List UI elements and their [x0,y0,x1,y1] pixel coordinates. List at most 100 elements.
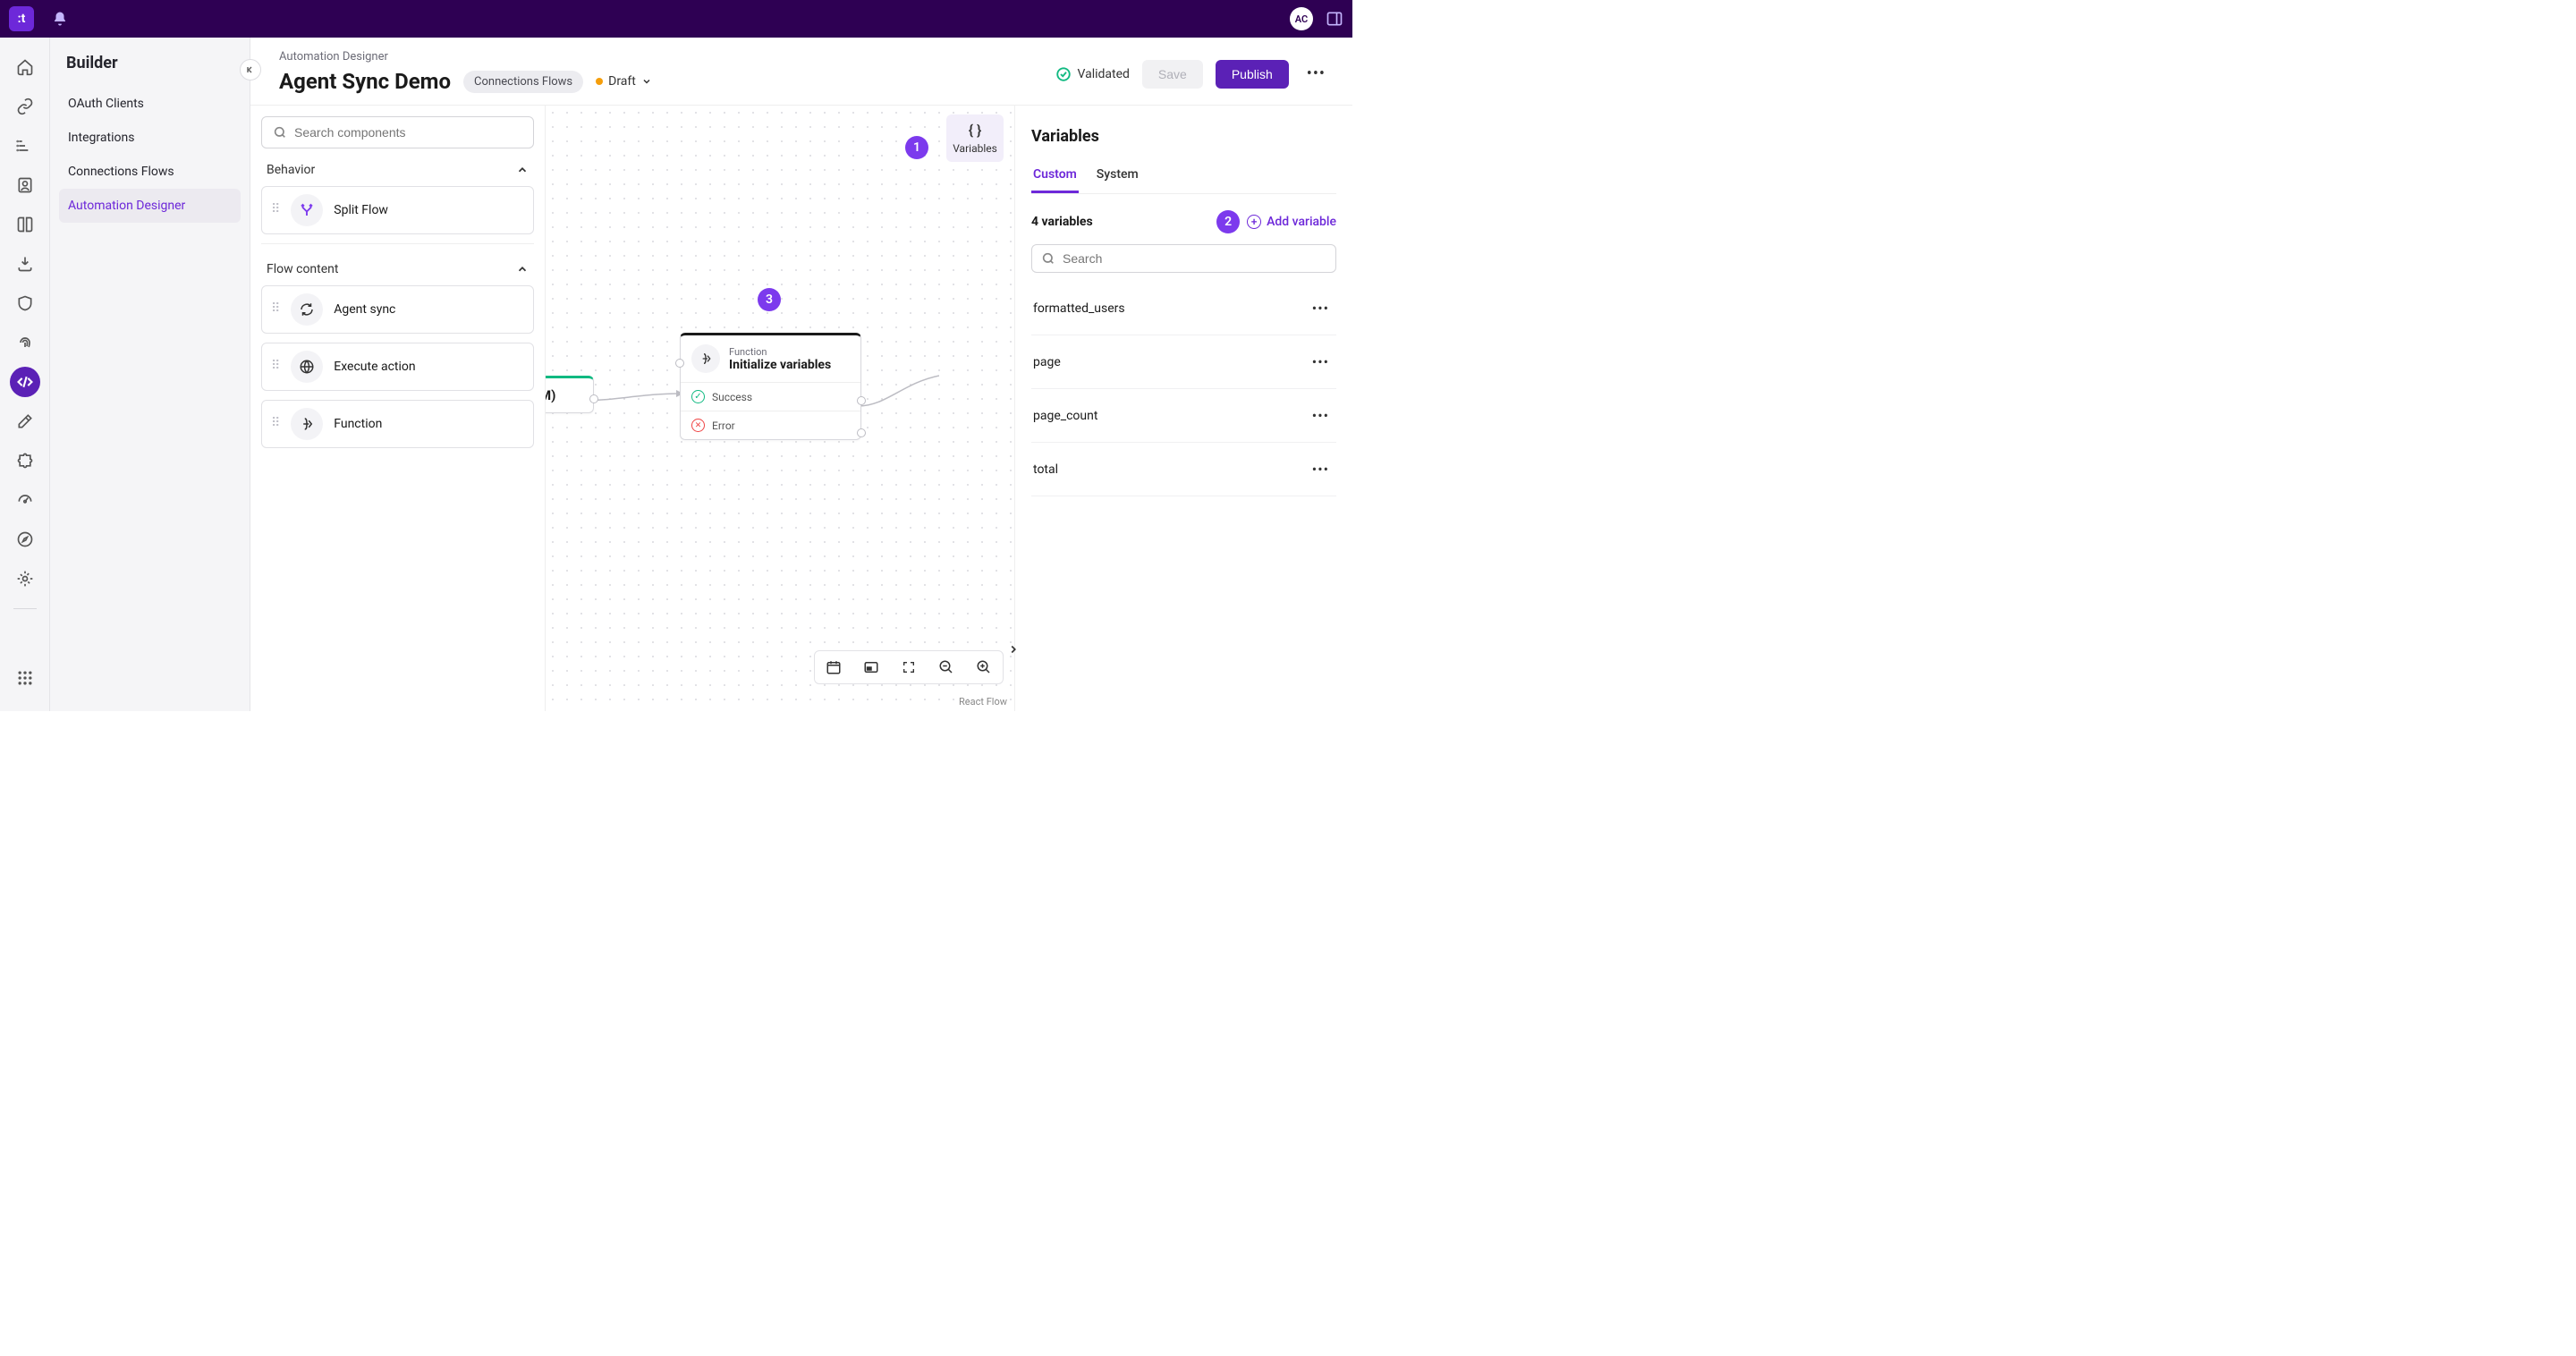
rail-steps-icon[interactable] [10,131,40,161]
tool-fullscreen-icon[interactable] [892,653,926,682]
variables-search-input[interactable] [1063,251,1326,266]
annotation-2: 2 [1216,210,1240,233]
variable-more-icon[interactable]: ••• [1307,455,1335,483]
node-name-label: Initialize variables [729,358,831,372]
canvas-attribution: React Flow [959,696,1007,708]
node-output-port-success[interactable] [857,396,866,405]
rail-code-icon[interactable] [10,367,40,397]
node-output-port[interactable] [589,394,598,403]
components-panel: Behavior ⠿ Split Flow Flow content ⠿ [250,106,546,711]
nav-integrations[interactable]: Integrations [59,121,241,155]
tool-zoom-in-icon[interactable] [967,653,1001,682]
collapse-sidebar-button[interactable] [240,59,261,81]
variable-more-icon[interactable]: ••• [1307,348,1335,376]
canvas-node-start[interactable]: M) [546,376,594,413]
component-split-flow[interactable]: ⠿ Split Flow [261,186,534,234]
plus-circle-icon: + [1247,215,1261,229]
tool-calendar-icon[interactable] [817,653,851,682]
variables-tabs: Custom System [1031,162,1336,194]
component-label: Function [334,417,382,431]
right-panel-toggle-icon[interactable] [1326,10,1343,28]
variable-more-icon[interactable]: ••• [1307,402,1335,429]
components-search[interactable] [261,116,534,148]
node-row-success: ✓ Success [681,382,860,411]
canvas-variables-button[interactable]: { } Variables [946,114,1004,162]
nav-oauth-clients[interactable]: OAuth Clients [59,87,241,121]
app-logo[interactable]: :t [9,6,34,31]
header-more-icon[interactable]: ••• [1301,59,1331,89]
variable-name: formatted_users [1033,301,1125,316]
tool-minimap-icon[interactable] [854,653,888,682]
split-flow-icon [291,194,323,226]
drag-handle-icon[interactable]: ⠿ [271,364,280,369]
components-search-input[interactable] [294,125,522,140]
icon-rail [0,38,50,711]
tab-system[interactable]: System [1095,162,1140,193]
status-dropdown[interactable]: Draft [596,74,652,89]
drag-handle-icon[interactable]: ⠿ [271,421,280,427]
topbar: :t AC [0,0,1352,38]
node-input-port[interactable] [675,359,684,368]
variables-panel-title: Variables [1031,127,1336,146]
variable-row[interactable]: total ••• [1031,443,1336,496]
component-agent-sync[interactable]: ⠿ Agent sync [261,285,534,334]
component-label: Execute action [334,360,415,374]
user-avatar[interactable]: AC [1290,7,1313,30]
validated-label: Validated [1077,67,1129,81]
drag-handle-icon[interactable]: ⠿ [271,208,280,213]
variables-search[interactable] [1031,244,1336,273]
add-variable-label: Add variable [1267,215,1336,229]
nav-automation-designer[interactable]: Automation Designer [59,189,241,223]
variables-panel: Variables Custom System 4 variables 2 + … [1014,106,1352,711]
chevron-up-icon [516,164,529,176]
variable-more-icon[interactable]: ••• [1307,294,1335,322]
variable-row[interactable]: page_count ••• [1031,389,1336,443]
rail-book-icon[interactable] [10,209,40,240]
variable-row[interactable]: formatted_users ••• [1031,282,1336,335]
section-behavior-label: Behavior [267,163,315,177]
tab-custom[interactable]: Custom [1031,162,1079,193]
page-header: Automation Designer Agent Sync Demo Conn… [250,38,1352,106]
rail-gauge-icon[interactable] [10,485,40,515]
component-function[interactable]: ⠿ Function [261,400,534,448]
rail-shield-icon[interactable] [10,288,40,318]
tool-zoom-out-icon[interactable] [929,653,963,682]
flow-canvas[interactable]: M) Function Initialize variables [546,106,1014,711]
rail-link-icon[interactable] [10,91,40,122]
annotation-1: 1 [905,136,928,159]
section-flow-content-header[interactable]: Flow content [261,248,534,285]
drag-handle-icon[interactable]: ⠿ [271,307,280,312]
publish-button[interactable]: Publish [1216,60,1289,89]
rail-fingerprint-icon[interactable] [10,327,40,358]
sidebar-title: Builder [59,54,241,72]
chevron-down-icon [641,76,652,87]
variable-row[interactable]: page ••• [1031,335,1336,389]
rail-contacts-icon[interactable] [10,170,40,200]
variable-name: total [1033,462,1058,477]
rail-settings-icon[interactable] [10,564,40,594]
add-variable-button[interactable]: + Add variable [1247,215,1336,229]
node-output-port-error[interactable] [857,428,866,437]
nav-connections-flows[interactable]: Connections Flows [59,155,241,189]
breadcrumb[interactable]: Automation Designer [279,50,652,64]
section-behavior-header[interactable]: Behavior [261,148,534,186]
flow-edge [859,374,939,428]
rail-home-icon[interactable] [10,52,40,82]
save-button[interactable]: Save [1142,60,1203,89]
success-icon: ✓ [691,390,705,403]
rail-compass-icon[interactable] [10,524,40,555]
component-execute-action[interactable]: ⠿ Execute action [261,343,534,391]
rail-edit-icon[interactable] [10,406,40,436]
panel-expand-toggle[interactable] [1003,639,1024,660]
annotation-3: 3 [758,288,781,311]
rail-download-icon[interactable] [10,249,40,279]
search-icon [1041,251,1055,266]
check-circle-icon [1055,66,1072,82]
rail-apps-icon[interactable] [10,663,40,693]
canvas-node-initialize-variables[interactable]: Function Initialize variables ✓ Success … [680,333,861,440]
notifications-icon[interactable] [52,11,68,27]
rail-separator [13,608,37,609]
rail-puzzle-icon[interactable] [10,445,40,476]
node-type-label: Function [729,346,831,358]
component-label: Agent sync [334,302,395,317]
